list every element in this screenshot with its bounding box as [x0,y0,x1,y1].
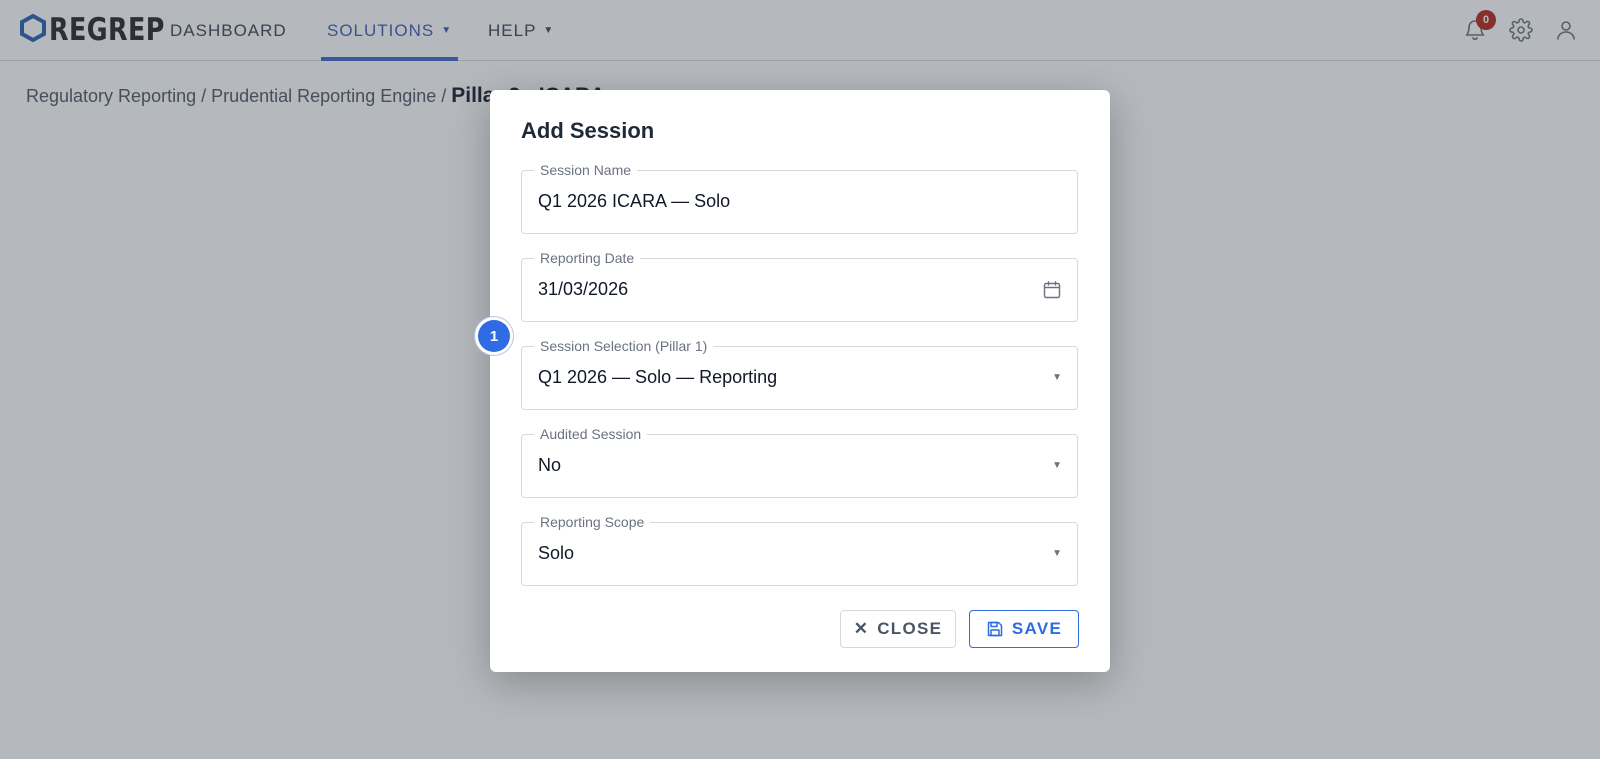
chevron-down-icon: ▼ [1052,460,1062,471]
add-session-dialog: Add Session Session Name Q1 2026 ICARA —… [478,90,1110,672]
session-selection-select[interactable]: Session Selection (Pillar 1) Q1 2026 — S… [521,338,1078,410]
chevron-down-icon: ▼ [1052,548,1062,559]
reporting-date-field[interactable]: Reporting Date 31/03/2026 [521,250,1078,322]
close-button[interactable]: ✕ CLOSE [840,610,956,648]
save-button[interactable]: SAVE [969,610,1079,648]
audited-session-label: Audited Session [534,426,648,442]
session-name-label: Session Name [534,162,638,178]
session-name-input[interactable]: Q1 2026 ICARA — Solo [538,191,730,212]
close-button-label: CLOSE [877,619,943,638]
audited-session-select[interactable]: Audited Session No ▼ [521,426,1078,498]
reporting-scope-label: Reporting Scope [534,514,651,530]
floppy-disk-icon [986,620,1004,638]
step-marker: 1 [478,320,510,352]
calendar-icon[interactable] [1042,280,1062,300]
session-selection-value: Q1 2026 — Solo — Reporting [538,367,778,387]
reporting-date-label: Reporting Date [534,250,641,266]
reporting-scope-value: Solo [538,543,575,563]
session-selection-label: Session Selection (Pillar 1) [534,338,714,354]
session-name-field[interactable]: Session Name Q1 2026 ICARA — Solo [521,162,1078,234]
chevron-down-icon: ▼ [1052,372,1062,383]
close-icon: ✕ [853,619,870,638]
save-button-label: SAVE [1011,619,1063,638]
reporting-scope-select[interactable]: Reporting Scope Solo ▼ [521,514,1078,586]
audited-session-value: No [538,455,562,475]
reporting-date-input[interactable]: 31/03/2026 [538,279,628,300]
dialog-title: Add Session [521,118,655,143]
